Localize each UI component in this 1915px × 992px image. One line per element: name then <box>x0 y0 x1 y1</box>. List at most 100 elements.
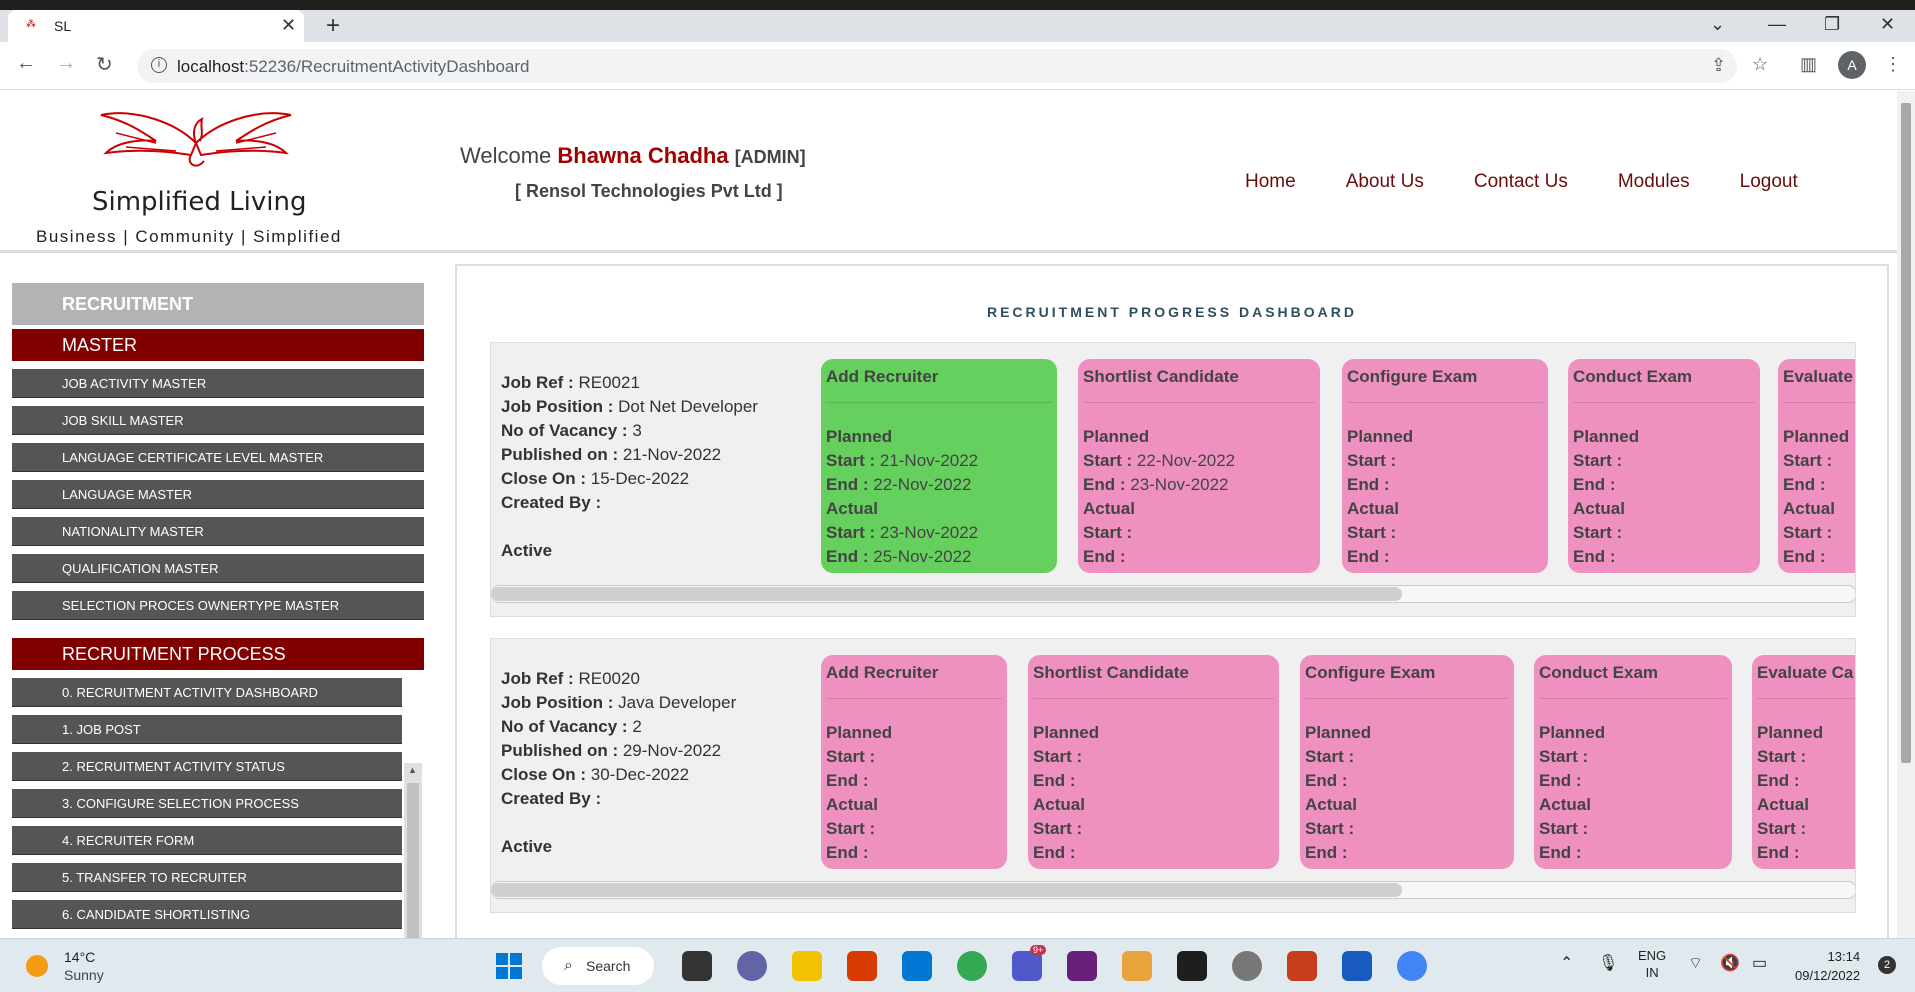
stage-planned-end: End : <box>1757 769 1855 793</box>
stage-box[interactable]: Configure Exam Planned Start : End : Actua… <box>1300 655 1514 869</box>
stage-actual-start: Start : <box>1539 817 1727 841</box>
sidebar-item-job-activity-master[interactable]: JOB ACTIVITY MASTER <box>12 369 424 398</box>
office-icon[interactable] <box>847 951 877 981</box>
chrome-active-icon[interactable] <box>1397 951 1427 981</box>
card-horizontal-scrollbar[interactable] <box>491 585 1855 603</box>
scroll-up-icon[interactable]: ▲ <box>408 765 417 775</box>
minimize-icon[interactable]: — <box>1768 14 1786 35</box>
stage-box[interactable]: Configure Exam Planned Start : End : Actua… <box>1342 359 1548 573</box>
card-scroll-thumb[interactable] <box>492 587 1402 601</box>
url-omnibox[interactable]: i localhost:52236/RecruitmentActivityDas… <box>137 49 1737 83</box>
sidebar-item-activity-status[interactable]: 2. RECRUITMENT ACTIVITY STATUS <box>12 752 402 781</box>
start-label: Start : <box>1305 747 1355 766</box>
brand-tagline: Business | Community | Simplified <box>36 227 342 246</box>
bookmark-star-icon[interactable]: ☆ <box>1752 54 1768 75</box>
sidebar-item-activity-dashboard[interactable]: 0. RECRUITMENT ACTIVITY DASHBOARD <box>12 678 402 707</box>
stage-box[interactable]: Conduct Exam Planned Start : End : Actual S… <box>1568 359 1760 573</box>
wifi-icon[interactable]: ⌔ <box>1688 953 1703 973</box>
stage-planned-end: End : <box>1573 473 1755 497</box>
browser-tab[interactable]: ⁂ SL ✕ <box>8 10 304 42</box>
stage-box[interactable]: Add Recruiter Planned Start : End : Actual… <box>821 655 1007 869</box>
sidebar-item-qualification-master[interactable]: QUALIFICATION MASTER <box>12 554 424 583</box>
language-indicator[interactable]: ENG IN <box>1638 947 1666 981</box>
start-label: Start : <box>1347 523 1397 542</box>
word-icon[interactable] <box>1342 951 1372 981</box>
sidebar-scrollbar[interactable]: ▲ <box>404 763 422 938</box>
new-tab-icon[interactable]: + <box>326 12 340 40</box>
figma-icon[interactable] <box>1177 951 1207 981</box>
job-field: Published on : 29-Nov-2022 <box>501 739 736 763</box>
site-logo[interactable]: Simplified Living Business | Community |… <box>36 103 356 246</box>
sidebar-item-selection-process-ownertype-master[interactable]: SELECTION PROCES OWNERTYPE MASTER <box>12 591 424 620</box>
notification-badge[interactable]: 2 <box>1878 956 1896 974</box>
start-label: Start : <box>1033 819 1083 838</box>
reload-icon[interactable]: ↻ <box>96 52 113 77</box>
card-horizontal-scrollbar[interactable] <box>491 881 1855 899</box>
planned-start-value: 22-Nov-2022 <box>1136 451 1236 470</box>
stage-box[interactable]: Shortlist Candidate Planned Start : 22-Nov… <box>1078 359 1320 573</box>
sidebar-item-language-certificate-level-master[interactable]: LANGUAGE CERTIFICATE LEVEL MASTER <box>12 443 424 472</box>
nav-modules[interactable]: Modules <box>1618 171 1690 193</box>
browser-menu-icon[interactable]: ⋮ <box>1884 54 1902 75</box>
battery-icon[interactable]: ▭ <box>1752 953 1767 973</box>
page-scrollbar[interactable] <box>1897 91 1915 938</box>
powerpoint-icon[interactable] <box>1287 951 1317 981</box>
tab-search-chevron-icon[interactable]: ⌄ <box>1710 14 1725 35</box>
sidebar-item-candidate-shortlisting[interactable]: 6. CANDIDATE SHORTLISTING <box>12 900 402 929</box>
chevron-up-icon[interactable]: ⌃ <box>1560 953 1573 973</box>
stage-box[interactable]: Shortlist Candidate Planned Start : End : … <box>1028 655 1279 869</box>
stage-actual-end: End : <box>826 841 1002 865</box>
page-scroll-thumb[interactable] <box>1901 103 1911 763</box>
sidebar-item-language-master[interactable]: LANGUAGE MASTER <box>12 480 424 509</box>
restore-icon[interactable]: ❐ <box>1824 14 1840 35</box>
chrome-icon[interactable] <box>957 951 987 981</box>
stage-actual-end: End : <box>1757 841 1855 865</box>
mail-icon[interactable] <box>902 951 932 981</box>
stage-box[interactable]: Add Recruiter Planned Start : 21-Nov-2022 E… <box>821 359 1057 573</box>
sidebar-group-master[interactable]: MASTER <box>12 329 424 361</box>
start-windows-icon[interactable] <box>494 951 524 981</box>
sidebar-item-job-skill-master[interactable]: JOB SKILL MASTER <box>12 406 424 435</box>
volume-muted-icon[interactable]: 🔇 <box>1720 953 1740 973</box>
teams-icon[interactable]: 9+ <box>1012 945 1047 981</box>
chat-icon[interactable] <box>737 951 767 981</box>
url-text[interactable]: localhost:52236/RecruitmentActivityDashb… <box>177 57 529 77</box>
clock[interactable]: 13:14 09/12/2022 <box>1795 947 1860 985</box>
close-tab-icon[interactable]: ✕ <box>281 15 296 36</box>
paint-icon[interactable] <box>1122 951 1152 981</box>
nav-logout[interactable]: Logout <box>1740 171 1798 193</box>
sidebar-section-recruitment[interactable]: RECRUITMENT <box>12 283 424 325</box>
close-window-icon[interactable]: ✕ <box>1880 14 1895 35</box>
stage-actual-start: Start : <box>1347 521 1543 545</box>
end-label: End : <box>826 547 869 566</box>
stage-box[interactable]: Evaluate Planned Start : End : Actual Start… <box>1778 359 1855 573</box>
profile-avatar[interactable]: A <box>1838 51 1866 79</box>
taskbar-search[interactable]: ⌕ Search <box>542 947 654 985</box>
task-view-icon[interactable] <box>682 951 712 981</box>
sidebar-group-recruitment-process[interactable]: RECRUITMENT PROCESS <box>12 638 424 670</box>
share-icon[interactable]: ⇪ <box>1711 55 1726 76</box>
sidebar-item-transfer-recruiter[interactable]: 5. TRANSFER TO RECRUITER <box>12 863 402 892</box>
card-scroll-thumb[interactable] <box>492 883 1402 897</box>
microphone-icon[interactable]: 🎙 <box>1598 953 1618 973</box>
nav-contact-us[interactable]: Contact Us <box>1474 171 1568 193</box>
nav-about-us[interactable]: About Us <box>1346 171 1424 193</box>
job-field-label: Close On : <box>501 765 587 784</box>
nav-home[interactable]: Home <box>1245 171 1296 193</box>
stage-actual-label: Actual <box>1033 795 1085 814</box>
forward-icon[interactable]: → <box>56 52 76 75</box>
back-icon[interactable]: ← <box>16 52 36 75</box>
sidebar-item-nationality-master[interactable]: NATIONALITY MASTER <box>12 517 424 546</box>
sidebar-scroll-thumb[interactable] <box>407 783 419 938</box>
file-explorer-icon[interactable] <box>792 951 822 981</box>
stage-box[interactable]: Evaluate Ca Planned Start : End : Actual St… <box>1752 655 1855 869</box>
side-panel-icon[interactable]: ▥ <box>1800 54 1817 75</box>
settings-gear-icon[interactable] <box>1232 951 1262 981</box>
stage-box[interactable]: Conduct Exam Planned Start : End : Actual S… <box>1534 655 1732 869</box>
site-info-icon[interactable]: i <box>151 57 167 73</box>
sidebar-item-job-post[interactable]: 1. JOB POST <box>12 715 402 744</box>
start-label: Start : <box>1347 451 1397 470</box>
sidebar-item-recruiter-form[interactable]: 4. RECRUITER FORM <box>12 826 402 855</box>
sidebar-item-configure-selection[interactable]: 3. CONFIGURE SELECTION PROCESS <box>12 789 402 818</box>
visual-studio-icon[interactable] <box>1067 951 1097 981</box>
